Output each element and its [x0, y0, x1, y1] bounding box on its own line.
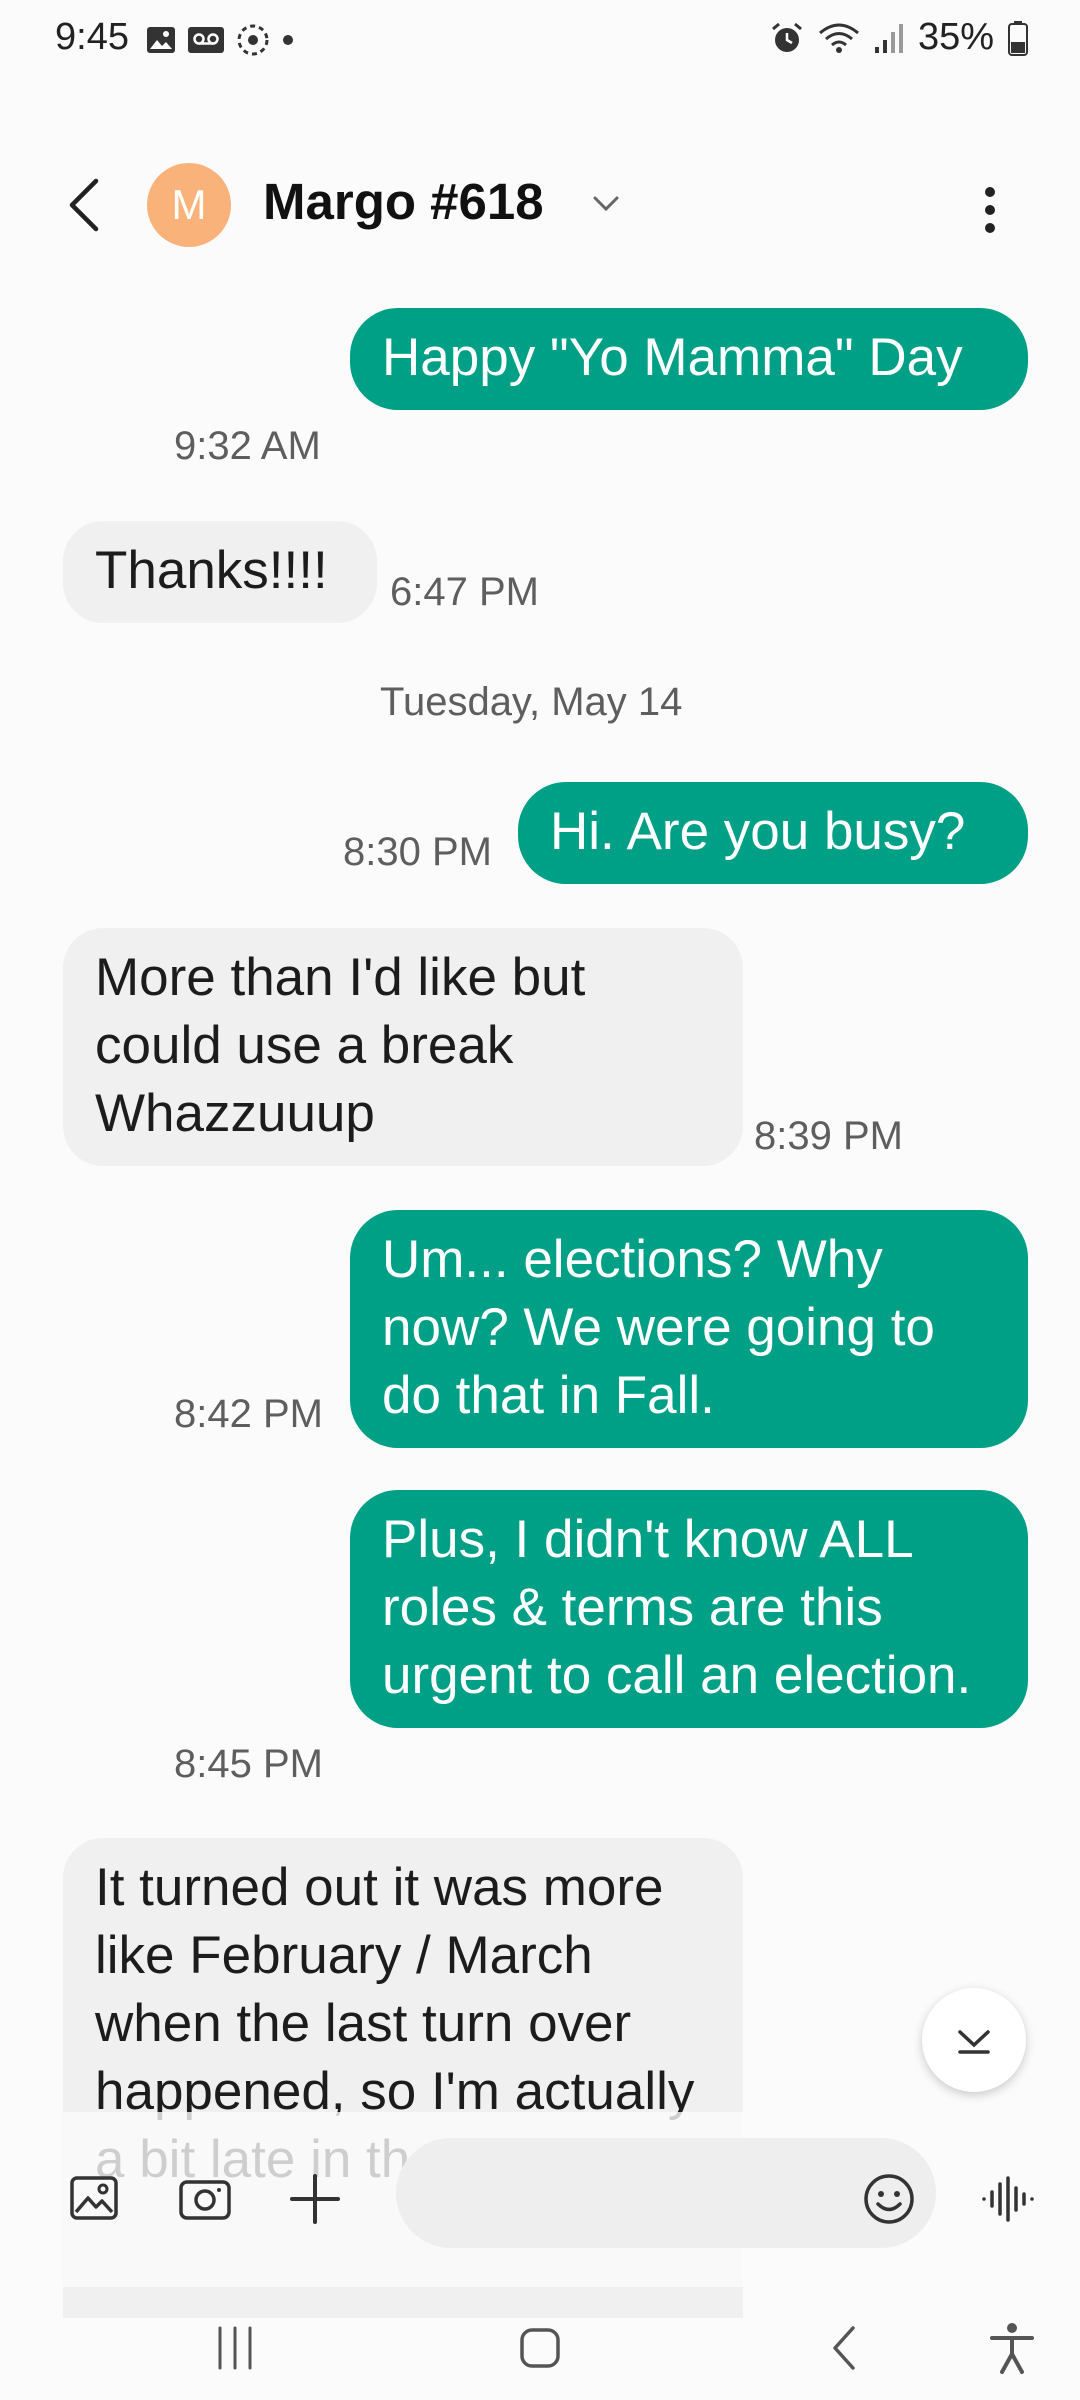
- message-timestamp: 6:47 PM: [390, 570, 539, 614]
- chevron-down-icon[interactable]: [590, 188, 622, 220]
- date-divider: Tuesday, May 14: [380, 680, 683, 724]
- gallery-icon[interactable]: [66, 2170, 124, 2228]
- battery-percent: 35%: [917, 16, 994, 58]
- message-bubble-incoming[interactable]: Thanks!!!!: [63, 521, 377, 623]
- message-bubble-outgoing[interactable]: Um... elections? Why now? We were going …: [350, 1210, 1028, 1448]
- alarm-icon: [771, 22, 802, 52]
- more-options-icon[interactable]: [975, 180, 1005, 240]
- avatar[interactable]: M: [147, 163, 231, 247]
- emoji-icon[interactable]: [860, 2170, 918, 2228]
- scroll-to-bottom-button[interactable]: [922, 1988, 1026, 2092]
- plus-icon[interactable]: [286, 2170, 344, 2228]
- back-icon[interactable]: [815, 2318, 875, 2378]
- message-input-field[interactable]: [426, 2138, 850, 2250]
- message-bubble-outgoing[interactable]: Hi. Are you busy?: [518, 782, 1028, 884]
- message-timestamp: 8:39 PM: [754, 1114, 903, 1158]
- status-right: 35%: [770, 16, 1028, 59]
- message-input[interactable]: [396, 2138, 936, 2250]
- chevron-down-icon: [958, 2030, 990, 2054]
- dot-icon: [283, 35, 293, 45]
- message-timestamp: 8:42 PM: [174, 1392, 323, 1436]
- message-timestamp: 9:32 AM: [174, 424, 321, 468]
- signal-icon: [874, 23, 903, 53]
- battery-icon: [1008, 20, 1028, 56]
- back-icon[interactable]: [60, 175, 110, 235]
- sync-icon: [237, 24, 269, 56]
- wifi-icon: [818, 23, 859, 53]
- message-bubble-outgoing[interactable]: Happy "Yo Mamma" Day: [350, 308, 1028, 410]
- message-timestamp: 8:45 PM: [174, 1742, 323, 1786]
- gallery-icon: [147, 27, 175, 53]
- voice-icon[interactable]: [978, 2170, 1036, 2228]
- message-bubble-outgoing[interactable]: Plus, I didn't know ALL roles & terms ar…: [350, 1490, 1028, 1728]
- home-icon[interactable]: [510, 2318, 570, 2378]
- recent-apps-icon[interactable]: [205, 2318, 265, 2378]
- contact-name[interactable]: Margo #618: [263, 172, 544, 231]
- message-timestamp: 8:30 PM: [343, 830, 492, 874]
- camera-icon[interactable]: [176, 2170, 234, 2228]
- status-left-icons: [145, 22, 295, 58]
- accessibility-icon[interactable]: [982, 2318, 1042, 2378]
- message-bubble-incoming[interactable]: More than I'd like but could use a break…: [63, 928, 743, 1166]
- voicemail-icon: [188, 27, 224, 53]
- status-time: 9:45: [55, 16, 129, 58]
- status-bar: 9:45 35%: [0, 0, 1080, 80]
